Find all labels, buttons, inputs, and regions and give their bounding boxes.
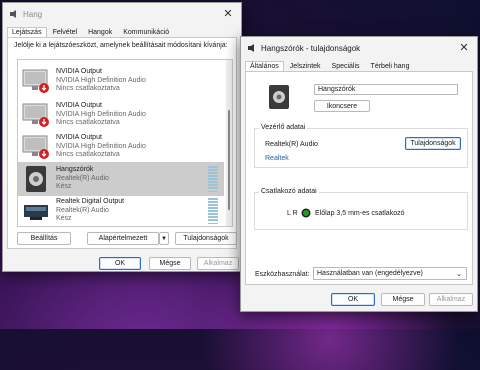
cancel-button[interactable]: Mégse xyxy=(381,293,425,306)
jack-description: Előlap 3,5 mm-es csatlakozó xyxy=(315,210,405,217)
scrollbar[interactable] xyxy=(226,60,232,226)
controller-name: Realtek(R) Audio xyxy=(265,141,318,148)
level-meter xyxy=(208,166,218,192)
ok-button[interactable]: OK xyxy=(331,293,375,306)
controller-group: Vezérlő adatai Realtek(R) Audio Realtek … xyxy=(254,124,468,168)
monitor-disconnected-icon xyxy=(22,101,50,129)
digital-output-icon xyxy=(22,197,50,225)
device-status: Kész xyxy=(56,215,72,223)
device-driver: Realtek(R) Audio xyxy=(56,206,109,214)
list-item[interactable]: NVIDIA Output NVIDIA High Definition Aud… xyxy=(18,130,224,164)
instruction-text: Jelölje ki a lejátszóeszközt, amelynek b… xyxy=(14,42,228,49)
jack-group: Csatlakozó adatai L R Előlap 3,5 mm-es c… xyxy=(254,188,468,230)
general-panel: Hangszórók Ikoncsere Vezérlő adatai Real… xyxy=(245,71,473,285)
device-name: NVIDIA Output xyxy=(56,68,102,76)
tab-sounds[interactable]: Hangok xyxy=(83,27,117,37)
device-driver: NVIDIA High Definition Audio xyxy=(56,110,146,118)
device-status: Nincs csatlakoztatva xyxy=(56,85,120,93)
jack-green-icon xyxy=(301,208,311,220)
monitor-disconnected-icon xyxy=(22,67,50,95)
title-bar[interactable]: Hangszórók - tulajdonságok ✕ xyxy=(241,37,477,59)
speaker-icon xyxy=(22,165,50,193)
device-status: Nincs csatlakoztatva xyxy=(56,151,120,159)
device-name-input[interactable]: Hangszórók xyxy=(314,84,458,95)
tab-recording[interactable]: Felvétel xyxy=(48,27,83,37)
tab-spatial-sound[interactable]: Térbeli hang xyxy=(366,61,415,71)
tab-communications[interactable]: Kommunikáció xyxy=(118,27,174,37)
set-default-button[interactable]: Alapértelmezett xyxy=(87,232,159,245)
apply-button[interactable]: Alkalmaz xyxy=(197,257,239,270)
device-large-icon xyxy=(268,84,290,112)
jack-lr-label: L R xyxy=(287,210,298,217)
controller-group-label: Vezérlő adatai xyxy=(259,124,308,131)
list-item[interactable]: NVIDIA Output NVIDIA High Definition Aud… xyxy=(18,98,224,132)
set-default-dropdown[interactable]: ▼ xyxy=(159,232,169,245)
controller-properties-button[interactable]: Tulajdonságok xyxy=(405,137,461,150)
tab-playback[interactable]: Lejátszás xyxy=(7,27,47,37)
device-name: Hangszórók xyxy=(56,166,94,174)
device-driver: NVIDIA High Definition Audio xyxy=(56,76,146,84)
speaker-icon xyxy=(247,43,257,53)
close-button[interactable]: ✕ xyxy=(451,37,477,57)
device-usage-label: Eszközhasználat: xyxy=(255,271,310,278)
device-usage-value: Használatban van (engedélyezve) xyxy=(317,270,423,277)
level-meter xyxy=(208,198,218,224)
apply-button[interactable]: Alkalmaz xyxy=(429,293,473,306)
tab-levels[interactable]: Jelszintek xyxy=(285,61,326,71)
chevron-down-icon: ⌄ xyxy=(456,271,462,278)
list-item[interactable]: NVIDIA Output NVIDIA High Definition Aud… xyxy=(18,64,224,98)
device-driver: Realtek(R) Audio xyxy=(56,174,109,182)
properties-button[interactable]: Tulajdonságok xyxy=(175,232,237,245)
ok-button[interactable]: OK xyxy=(99,257,141,270)
monitor-disconnected-icon xyxy=(22,133,50,161)
device-driver: NVIDIA High Definition Audio xyxy=(56,142,146,150)
jack-group-label: Csatlakozó adatai xyxy=(259,188,319,195)
device-list[interactable]: NVIDIA Output NVIDIA High Definition Aud… xyxy=(17,59,233,227)
tab-strip: Lejátszás Felvétel Hangok Kommunikáció xyxy=(3,25,241,37)
tab-advanced[interactable]: Speciális xyxy=(327,61,365,71)
tab-strip: Általános Jelszintek Speciális Térbeli h… xyxy=(241,59,477,71)
device-name: NVIDIA Output xyxy=(56,102,102,110)
device-status: Kész xyxy=(56,183,72,191)
device-name: NVIDIA Output xyxy=(56,134,102,142)
device-status: Nincs csatlakoztatva xyxy=(56,119,120,127)
cancel-button[interactable]: Mégse xyxy=(149,257,191,270)
tab-general[interactable]: Általános xyxy=(245,61,284,71)
window-title: Hang xyxy=(23,9,43,19)
scroll-thumb[interactable] xyxy=(228,110,230,210)
realtek-link[interactable]: Realtek xyxy=(265,155,289,162)
list-item[interactable]: Realtek Digital Output Realtek(R) Audio … xyxy=(18,194,224,226)
properties-window: Hangszórók - tulajdonságok ✕ Általános J… xyxy=(240,36,478,312)
device-usage-select[interactable]: Használatban van (engedélyezve) ⌄ xyxy=(313,267,467,280)
device-name: Realtek Digital Output xyxy=(56,198,125,206)
close-button[interactable]: ✕ xyxy=(215,3,241,23)
chevron-down-icon: ▼ xyxy=(161,235,167,242)
change-icon-button[interactable]: Ikoncsere xyxy=(314,100,370,112)
title-bar[interactable]: Hang ✕ xyxy=(3,3,241,25)
sound-window: Hang ✕ Lejátszás Felvétel Hangok Kommuni… xyxy=(2,2,242,272)
configure-button[interactable]: Beállítás xyxy=(17,232,71,245)
list-item-selected[interactable]: Hangszórók Realtek(R) Audio Kész xyxy=(18,162,224,196)
speaker-icon xyxy=(9,9,19,19)
window-title: Hangszórók - tulajdonságok xyxy=(261,43,361,53)
